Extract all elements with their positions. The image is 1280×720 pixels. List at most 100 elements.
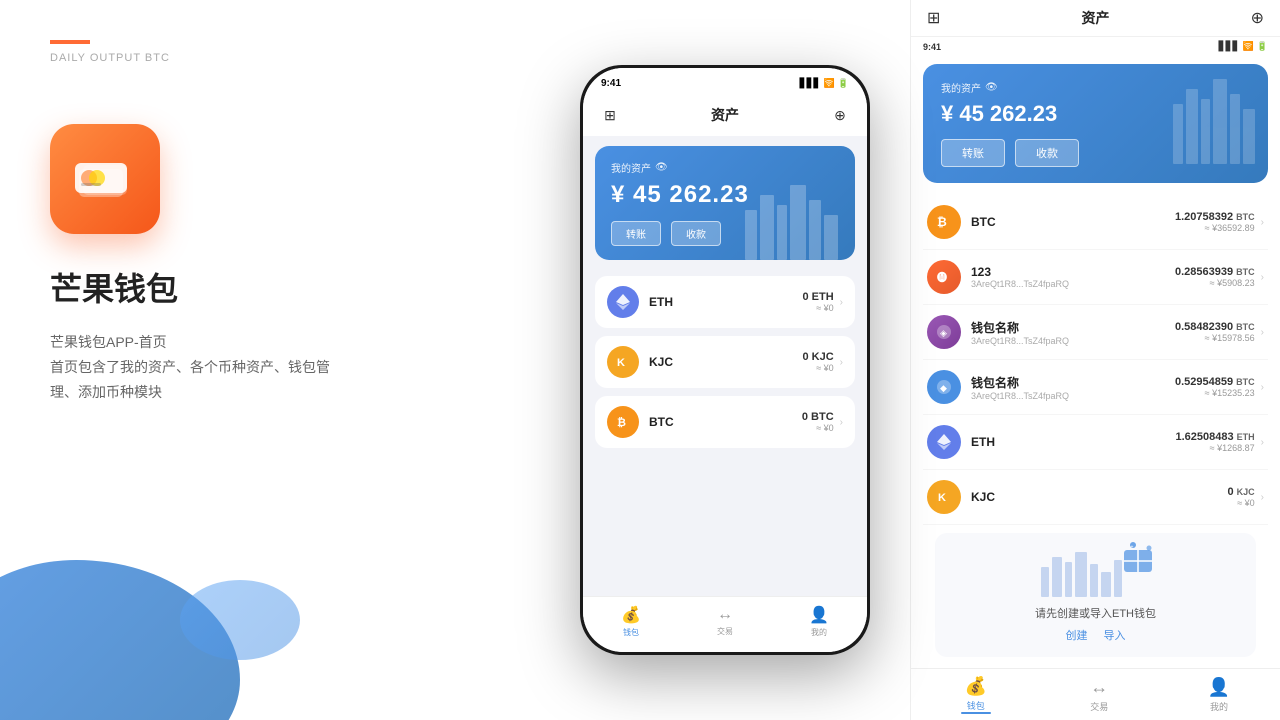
left-subtitle: DAILY OUTPUT BTC [50,52,490,64]
right-coin-list: ₿ BTC 1.20758392 BTC ≈ ¥36592.89 › 🅜 123… [911,195,1280,668]
right-panel: ⊞ 资产 ⊕ 9:41 ▋▋▋ 🛜 🔋 我的资产 👁 ¥ 45 262.23 转… [910,0,1280,720]
svg-text:🅜: 🅜 [937,271,947,284]
eye-icon[interactable]: 👁 [655,162,668,173]
right-receive-button[interactable]: 收款 [1015,139,1079,167]
right-grid-icon[interactable]: ⊞ [927,8,940,28]
app-title: 芒果钱包 [50,264,490,310]
receive-button[interactable]: 收款 [671,221,721,246]
right-btc-info: BTC [971,215,1175,229]
right-asset-card: 我的资产 👁 ¥ 45 262.23 转账 收款 [923,64,1268,183]
svg-text:₿: ₿ [937,215,947,229]
accent-line [50,40,90,44]
profile-nav-icon: 👤 [809,605,829,625]
right-123-icon: 🅜 [927,260,961,294]
right-header-title: 资产 [1082,8,1110,28]
svg-text:◆: ◆ [940,383,947,393]
right-eth-promo: + 请先创建或导入ETH钱包 创建 导入 [935,533,1256,657]
coin-row-btc[interactable]: ₿ BTC 0 BTC ≈ ¥0 › [595,396,855,448]
right-transaction-nav-icon: ↔ [1090,677,1108,698]
right-wallet2-info: 钱包名称 3AreQt1R8...TsZ4fpaRQ [971,374,1175,401]
right-kjc-icon: K [927,480,961,514]
phone-screen: 9:41 ▋▋▋ 🛜 🔋 ⊞ 资产 ⊕ 我的资产 👁 ¥ 45 262 [583,68,867,652]
right-wallet1-icon: ◈ [927,315,961,349]
nav-wallet[interactable]: 💰 钱包 [621,605,641,638]
transaction-nav-icon: ↔ [717,606,733,624]
right-wallet1-info: 钱包名称 3AreQt1R8...TsZ4fpaRQ [971,319,1175,346]
transfer-button[interactable]: 转账 [611,221,661,246]
grid-icon[interactable]: ⊞ [599,104,621,126]
kjc-name: KJC [649,355,673,369]
right-coin-row-btc[interactable]: ₿ BTC 1.20758392 BTC ≈ ¥36592.89 › [923,195,1268,250]
right-123-balance: 0.28563939 BTC ≈ ¥5908.23 [1175,266,1255,288]
right-coin-row-123[interactable]: 🅜 123 3AreQt1R8...TsZ4fpaRQ 0.28563939 B… [923,250,1268,305]
eth-icon [607,286,639,318]
signal-icon: ▋▋▋ [800,78,821,89]
phone-bottom-nav: 💰 钱包 ↔ 交易 👤 我的 [583,596,867,652]
nav-transaction[interactable]: ↔ 交易 [717,606,733,637]
right-nav-indicator [961,712,991,714]
kjc-icon: K [607,346,639,378]
right-status-icons: ▋▋▋ 🛜 🔋 [1219,41,1268,52]
right-transfer-button[interactable]: 转账 [941,139,1005,167]
right-kjc-arrow: › [1261,492,1264,503]
kjc-arrow: › [840,357,843,368]
right-btc-arrow: › [1261,217,1264,228]
right-coin-row-kjc[interactable]: K KJC 0 KJC ≈ ¥0 › [923,470,1268,525]
nav-profile[interactable]: 👤 我的 [809,605,829,638]
add-icon[interactable]: ⊕ [829,104,851,126]
right-wallet2-arrow: › [1261,382,1264,393]
right-time: 9:41 [923,42,941,52]
kjc-balance: 0 KJC ≈ ¥0 [802,351,833,373]
phone-device: 9:41 ▋▋▋ 🛜 🔋 ⊞ 资产 ⊕ 我的资产 👁 ¥ 45 262 [580,65,870,655]
svg-text:+: + [1130,545,1133,551]
battery-icon: 🔋 [838,78,849,89]
right-wifi-icon: 🛜 [1243,41,1254,52]
phone-status-bar: 9:41 ▋▋▋ 🛜 🔋 [583,68,867,98]
right-topbar: ⊞ 资产 ⊕ [911,0,1280,37]
wifi-icon: 🛜 [824,78,835,89]
right-wallet1-balance: 0.58482390 BTC ≈ ¥15978.56 [1175,321,1255,343]
phone-header: ⊞ 资产 ⊕ [583,98,867,136]
right-wallet1-arrow: › [1261,327,1264,338]
coin-row-kjc[interactable]: K KJC 0 KJC ≈ ¥0 › [595,336,855,388]
wallet-nav-icon: 💰 [621,605,641,625]
btc-balance: 0 BTC ≈ ¥0 [802,411,834,433]
right-kjc-info: KJC [971,490,1227,504]
phone-header-title: 资产 [711,105,739,125]
right-kjc-balance: 0 KJC ≈ ¥0 [1227,486,1254,508]
right-eth-info: ETH [971,435,1175,449]
right-eth-balance: 1.62508483 ETH ≈ ¥1268.87 [1175,431,1254,453]
promo-create-link[interactable]: 创建 [1066,627,1088,643]
svg-text:₿: ₿ [617,417,626,429]
card-city-decoration [735,146,855,260]
right-add-icon[interactable]: ⊕ [1251,8,1264,28]
right-123-info: 123 3AreQt1R8...TsZ4fpaRQ [971,265,1175,289]
promo-links: 创建 导入 [1066,627,1126,643]
right-bottom-nav: 💰 钱包 ↔ 交易 👤 我的 [911,668,1280,720]
wallet-icon-svg [75,149,135,209]
right-nav-wallet[interactable]: 💰 钱包 [965,676,987,712]
eth-name: ETH [649,295,673,309]
right-btc-balance: 1.20758392 BTC ≈ ¥36592.89 [1175,211,1255,233]
phone-asset-card: 我的资产 👁 ¥ 45 262.23 转账 收款 [595,146,855,260]
right-btc-icon: ₿ [927,205,961,239]
promo-import-link[interactable]: 导入 [1104,627,1126,643]
right-eye-icon[interactable]: 👁 [985,82,998,93]
right-coin-row-wallet2[interactable]: ◆ 钱包名称 3AreQt1R8...TsZ4fpaRQ 0.52954859 … [923,360,1268,415]
coin-row-eth[interactable]: ETH 0 ETH ≈ ¥0 › [595,276,855,328]
right-123-arrow: › [1261,272,1264,283]
right-coin-row-wallet1[interactable]: ◈ 钱包名称 3AreQt1R8...TsZ4fpaRQ 0.58482390 … [923,305,1268,360]
right-nav-transaction[interactable]: ↔ 交易 [1090,677,1108,713]
right-coin-row-eth[interactable]: ETH 1.62508483 ETH ≈ ¥1268.87 › [923,415,1268,470]
eth-balance: 0 ETH ≈ ¥0 [802,291,833,313]
btc-name: BTC [649,415,674,429]
right-battery-icon: 🔋 [1257,41,1268,52]
right-profile-nav-icon: 👤 [1208,677,1230,698]
btc-icon: ₿ [607,406,639,438]
right-card-city-art [1168,64,1268,183]
btc-arrow: › [840,417,843,428]
phone-time: 9:41 [601,78,621,89]
right-nav-profile[interactable]: 👤 我的 [1208,677,1230,713]
right-wallet2-icon: ◆ [927,370,961,404]
right-signal-icon: ▋▋▋ [1219,41,1240,52]
